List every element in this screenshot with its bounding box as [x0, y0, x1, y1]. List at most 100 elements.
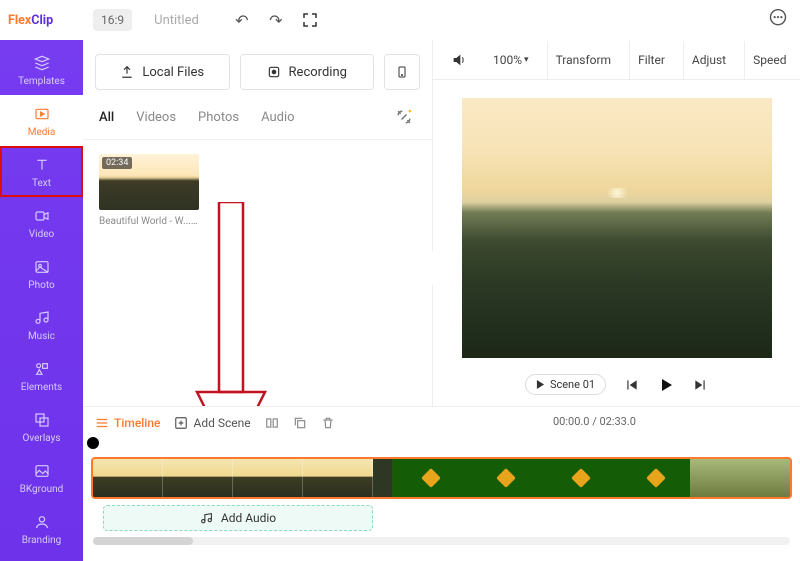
chat-button[interactable] — [768, 8, 790, 30]
text-icon — [33, 156, 51, 174]
overlays-icon — [33, 411, 51, 429]
sidebar-item-branding[interactable]: Branding — [0, 503, 83, 554]
add-audio-button[interactable]: Add Audio — [103, 505, 373, 531]
sidebar-item-photo[interactable]: Photo — [0, 248, 83, 299]
sidebar-item-label: Overlays — [22, 433, 60, 444]
sidebar-item-music[interactable]: Music — [0, 299, 83, 350]
tab-videos[interactable]: Videos — [136, 106, 176, 129]
split-button[interactable] — [265, 416, 279, 430]
upload-icon — [120, 65, 134, 79]
chat-icon — [768, 8, 788, 28]
next-scene-button[interactable] — [692, 377, 708, 393]
scene-label: Scene 01 — [550, 378, 595, 391]
timeline-video-track[interactable]: 01 — [91, 457, 792, 499]
clip-filename: Beautiful World - W...].mp4 — [99, 216, 199, 227]
skip-back-icon — [625, 378, 639, 392]
timeline-icon — [95, 416, 109, 430]
transform-button[interactable]: Transform — [547, 41, 620, 79]
elements-icon — [33, 360, 51, 378]
aspect-ratio-badge[interactable]: 16:9 — [93, 9, 132, 31]
volume-button[interactable] — [443, 41, 475, 79]
local-files-button[interactable]: Local Files — [95, 54, 230, 90]
sidebar-item-overlays[interactable]: Overlays — [0, 401, 83, 452]
sidebar-item-background[interactable]: BKground — [0, 452, 83, 503]
photo-icon — [33, 258, 51, 276]
sidebar-item-media[interactable]: Media — [0, 95, 83, 146]
split-icon — [265, 416, 279, 430]
media-icon — [33, 105, 51, 123]
play-button[interactable] — [658, 377, 674, 393]
video-icon — [33, 207, 51, 225]
video-preview[interactable] — [462, 98, 772, 358]
sidebar-item-templates[interactable]: Templates — [0, 44, 83, 95]
trash-icon — [321, 416, 335, 430]
sidebar: Templates Media Text Video Photo Music E… — [0, 40, 83, 561]
recording-icon — [267, 65, 281, 79]
sidebar-item-label: Photo — [28, 280, 54, 291]
skip-forward-icon — [693, 378, 707, 392]
speed-button[interactable]: Speed — [744, 41, 794, 79]
filter-button[interactable]: Filter — [629, 41, 673, 79]
adjust-button[interactable]: Adjust — [683, 41, 734, 79]
preview-area: 100% ▾ Transform Filter Adjust Speed T S… — [433, 40, 800, 406]
scene-selector[interactable]: Scene 01 — [525, 374, 606, 395]
volume-icon — [451, 52, 467, 68]
local-files-label: Local Files — [142, 65, 204, 80]
svg-text:FlexClip: FlexClip — [8, 13, 53, 28]
redo-icon: ↷ — [269, 11, 282, 30]
sidebar-item-text[interactable]: Text — [0, 146, 83, 197]
prev-scene-button[interactable] — [624, 377, 640, 393]
mobile-icon — [396, 64, 408, 80]
timeline-ruler[interactable] — [83, 439, 800, 453]
undo-icon: ↶ — [235, 11, 248, 30]
sidebar-item-label: Music — [28, 331, 55, 342]
timeline-timecode: 00:00.0 / 02:33.0 — [553, 415, 636, 428]
sidebar-item-label: Media — [28, 127, 56, 138]
sidebar-item-label: Video — [29, 229, 54, 240]
branding-icon — [33, 513, 51, 531]
media-tabs: All Videos Photos Audio — [83, 100, 432, 140]
sidebar-item-label: Text — [32, 178, 51, 189]
add-audio-label: Add Audio — [221, 511, 276, 525]
music-note-icon — [200, 512, 213, 525]
timeline-mode-button[interactable]: Timeline — [95, 416, 160, 430]
zoom-value: 100% — [493, 53, 522, 67]
chevron-down-icon: ▾ — [524, 55, 529, 65]
recording-button[interactable]: Recording — [240, 54, 375, 90]
sidebar-item-label: Templates — [18, 76, 65, 87]
sidebar-item-elements[interactable]: Elements — [0, 350, 83, 401]
logo[interactable]: FlexClip — [0, 0, 83, 40]
background-icon — [33, 462, 51, 480]
copy-icon — [293, 416, 307, 430]
zoom-selector[interactable]: 100% ▾ — [485, 41, 537, 79]
fullscreen-button[interactable] — [297, 7, 323, 33]
fullscreen-icon — [303, 13, 317, 27]
mobile-upload-button[interactable] — [384, 54, 420, 90]
media-clip-thumbnail[interactable]: 02:34 — [99, 154, 199, 210]
tab-audio[interactable]: Audio — [261, 106, 294, 129]
undo-button[interactable]: ↶ — [229, 7, 255, 33]
recording-label: Recording — [289, 65, 347, 80]
sidebar-item-label: BKground — [20, 484, 64, 495]
duplicate-button[interactable] — [293, 416, 307, 430]
tab-all[interactable]: All — [99, 106, 114, 129]
timeline-label: Timeline — [114, 416, 160, 430]
delete-button[interactable] — [321, 416, 335, 430]
timeline-area: Timeline Add Scene 00:00.0 / 02:33.0 01 … — [83, 406, 800, 561]
templates-icon — [33, 54, 51, 72]
timeline-scrollbar[interactable] — [93, 537, 790, 545]
media-panel: Local Files Recording All Videos Photos … — [83, 40, 433, 406]
link-off-icon — [394, 107, 414, 127]
redo-button[interactable]: ↷ — [263, 7, 289, 33]
add-scene-label: Add Scene — [193, 416, 250, 430]
playhead-marker[interactable] — [87, 437, 99, 449]
sidebar-item-label: Branding — [22, 535, 62, 546]
plus-square-icon — [174, 416, 188, 430]
stock-media-button[interactable] — [394, 107, 416, 129]
add-scene-button[interactable]: Add Scene — [174, 416, 250, 430]
project-title[interactable]: Untitled — [154, 13, 199, 28]
sidebar-item-video[interactable]: Video — [0, 197, 83, 248]
clip-duration: 02:34 — [102, 157, 132, 169]
tab-photos[interactable]: Photos — [198, 106, 239, 129]
sidebar-item-label: Elements — [21, 382, 62, 393]
